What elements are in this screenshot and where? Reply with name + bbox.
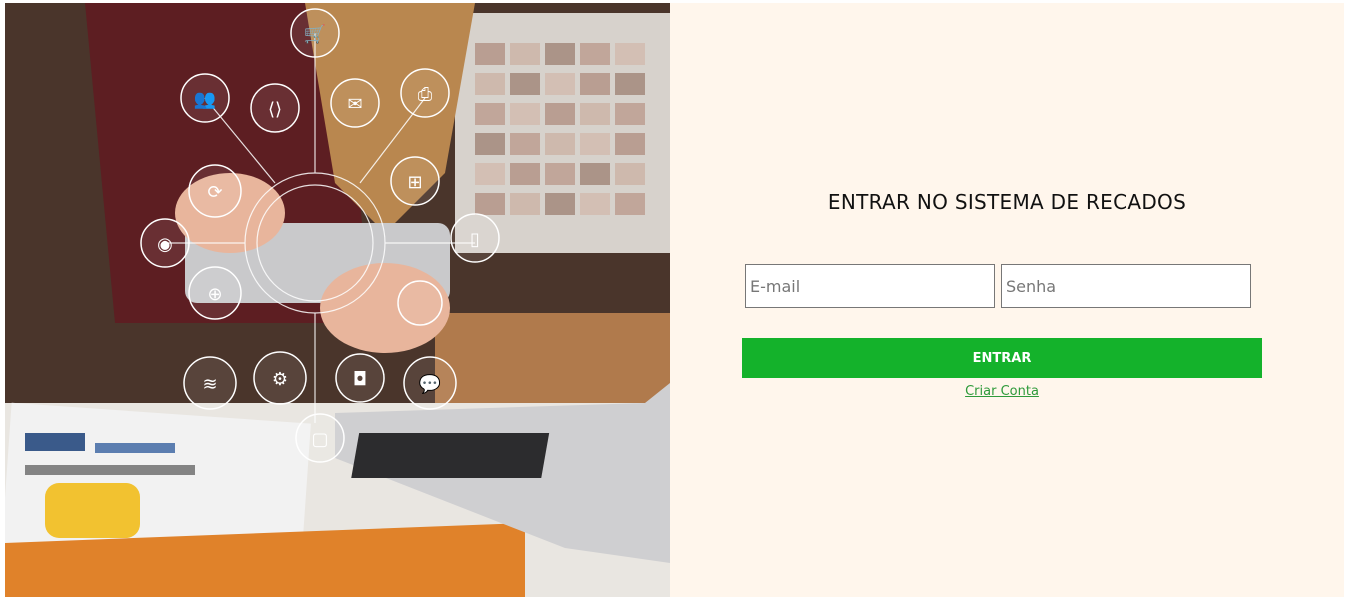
contact-icon (397, 280, 443, 326)
login-inputs (745, 264, 1251, 308)
svg-text:▯: ▯ (470, 229, 480, 250)
svg-text:🛒: 🛒 (304, 23, 326, 45)
login-title: ENTRAR NO SISTEMA DE RECADOS (827, 190, 1187, 214)
svg-text:◉: ◉ (157, 234, 173, 255)
svg-text:◘: ◘ (353, 369, 367, 390)
highlighter (45, 483, 140, 538)
svg-text:⚙: ⚙ (272, 369, 288, 390)
create-account-link[interactable]: Criar Conta (742, 384, 1262, 399)
svg-text:▢: ▢ (311, 429, 328, 450)
svg-text:⊞: ⊞ (407, 172, 422, 193)
login-button[interactable]: ENTRAR (742, 338, 1262, 378)
svg-text:≋: ≋ (202, 374, 217, 395)
svg-text:⟳: ⟳ (207, 182, 222, 203)
desk (435, 313, 670, 403)
hero-illustration: 🛒 👥 ⟨⟩ ✉ ⎙ ⟳ ⊞ ▯ ◉ ⊕ ≋ ⚙ ◘ 💬 ▢ (5, 3, 670, 597)
svg-text:⟨⟩: ⟨⟩ (268, 99, 282, 120)
svg-text:👥: 👥 (194, 89, 216, 110)
svg-text:⎙: ⎙ (418, 84, 433, 105)
password-input[interactable] (1001, 264, 1251, 308)
svg-text:✉: ✉ (347, 94, 362, 115)
laptop-keyboard (351, 433, 550, 478)
hero-image: 🛒 👥 ⟨⟩ ✉ ⎙ ⟳ ⊞ ▯ ◉ ⊕ ≋ ⚙ ◘ 💬 ▢ (5, 3, 670, 597)
email-input[interactable] (745, 264, 995, 308)
svg-text:⊕: ⊕ (207, 284, 222, 305)
svg-text:💬: 💬 (419, 373, 441, 395)
